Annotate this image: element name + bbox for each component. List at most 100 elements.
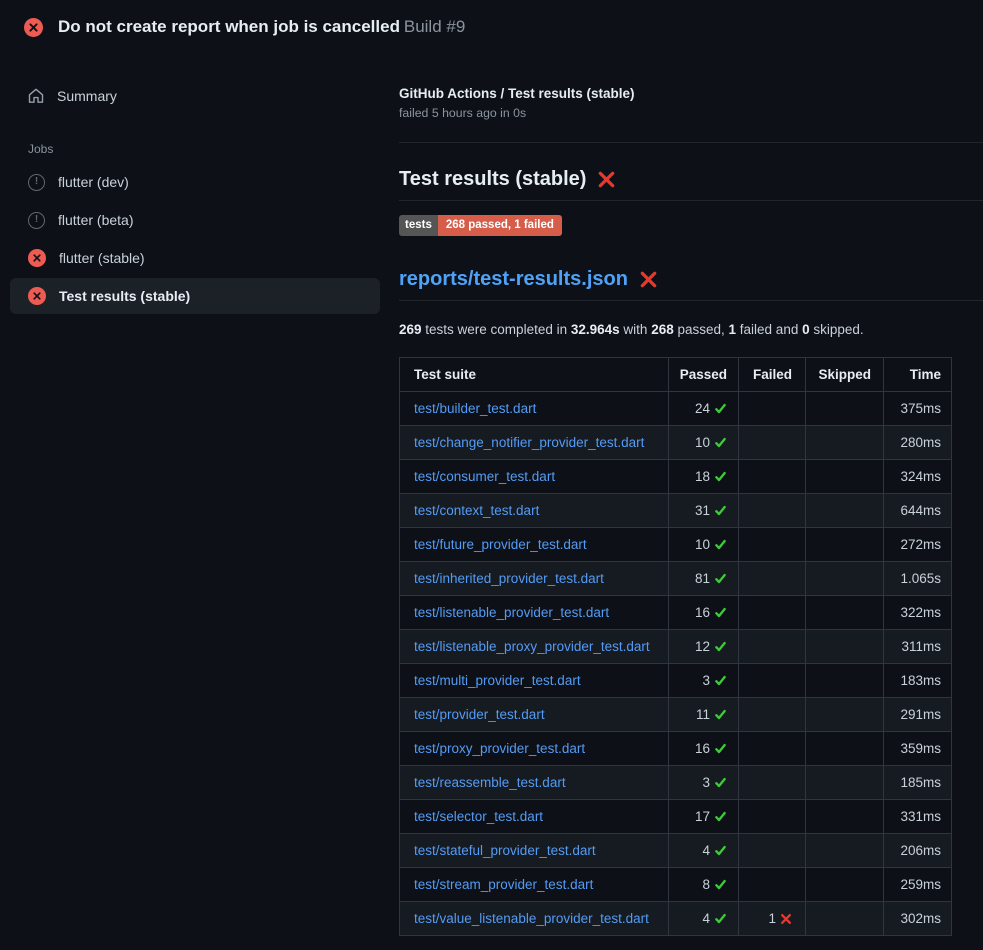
time-cell: 644ms [884,493,952,527]
time-cell: 331ms [884,799,952,833]
suite-cell: test/stream_provider_test.dart [400,867,669,901]
table-row: test/value_listenable_provider_test.dart… [400,901,952,935]
section-heading: Test results (stable) [399,168,586,191]
failed-cell [739,391,806,425]
failed-cross-icon [597,170,616,189]
suite-link[interactable]: test/stateful_provider_test.dart [414,843,596,858]
passed-cell: 3 [669,663,739,697]
suite-cell: test/listenable_provider_test.dart [400,595,669,629]
suite-link[interactable]: test/consumer_test.dart [414,469,555,484]
time-cell: 206ms [884,833,952,867]
passed-cell: 4 [669,901,739,935]
report-file-link[interactable]: reports/test-results.json [399,268,628,291]
skipped-cell [806,663,884,697]
table-row: test/listenable_provider_test.dart16322m… [400,595,952,629]
table-row: test/reassemble_test.dart3185ms [400,765,952,799]
suite-link[interactable]: test/selector_test.dart [414,809,543,824]
table-row: test/stateful_provider_test.dart 4 206ms [400,833,952,867]
tests-badge: tests 268 passed, 1 failed [399,215,562,236]
suite-link[interactable]: test/listenable_provider_test.dart [414,605,609,620]
run-build-number: Build #9 [404,17,465,36]
passed-cell: 4 [669,833,739,867]
skipped-cell [806,595,884,629]
col-time: Time [884,357,952,391]
suite-link[interactable]: test/reassemble_test.dart [414,775,566,790]
summary-sentence: 269 tests were completed in 32.964s with… [399,322,983,337]
suite-link[interactable]: test/context_test.dart [414,503,539,518]
passed-cell: 24 [669,391,739,425]
results-table-body: test/builder_test.dart 24 375ms test/change… [400,391,952,935]
run-title: Do not create report when job is cancell… [58,17,400,36]
table-header-row: Test suite Passed Failed Skipped Time [400,357,952,391]
sidebar-item-test-results-stable[interactable]: Test results (stable) [10,278,380,314]
suite-link[interactable]: test/multi_provider_test.dart [414,673,581,688]
suite-cell: test/provider_test.dart [400,697,669,731]
passed-cell: 17 [669,799,739,833]
cancelled-icon [28,174,45,191]
check-icon [714,504,727,517]
sidebar-item-flutter-beta[interactable]: flutter (beta) [10,202,380,238]
home-icon [28,88,44,104]
failed-icon [28,287,46,305]
results-table: Test suite Passed Failed Skipped Time te… [399,357,952,936]
time-cell: 322ms [884,595,952,629]
suite-link[interactable]: test/listenable_proxy_provider_test.dart [414,639,650,654]
failed-cell [739,731,806,765]
suite-link[interactable]: test/value_listenable_provider_test.dart [414,911,649,926]
sidebar-item-summary[interactable]: Summary [10,78,380,114]
table-row: test/builder_test.dart 24 375ms [400,391,952,425]
sidebar-item-flutter-stable[interactable]: flutter (stable) [10,240,380,276]
time-cell: 375ms [884,391,952,425]
suite-cell: test/selector_test.dart [400,799,669,833]
skipped-cell [806,425,884,459]
suite-link[interactable]: test/future_provider_test.dart [414,537,587,552]
suite-cell: test/multi_provider_test.dart [400,663,669,697]
passed-cell: 11 [669,697,739,731]
suite-link[interactable]: test/change_notifier_provider_test.dart [414,435,644,450]
table-row: test/stream_provider_test.dart8259ms [400,867,952,901]
sidebar: Summary Jobs flutter (dev) flutter (beta… [0,54,390,316]
suite-link[interactable]: test/proxy_provider_test.dart [414,741,585,756]
passed-cell: 10 [669,527,739,561]
sidebar-item-label: Test results (stable) [59,288,190,304]
table-row: test/provider_test.dart11291ms [400,697,952,731]
suite-link[interactable]: test/provider_test.dart [414,707,545,722]
check-icon [714,606,727,619]
check-icon [714,742,727,755]
failed-cell [739,867,806,901]
suite-cell: test/future_provider_test.dart [400,527,669,561]
check-icon [714,776,727,789]
suite-cell: test/proxy_provider_test.dart [400,731,669,765]
failed-cell [739,799,806,833]
suite-cell: test/inherited_provider_test.dart [400,561,669,595]
failed-cell: 1 [739,901,806,935]
suite-cell: test/value_listenable_provider_test.dart [400,901,669,935]
check-icon [714,640,727,653]
check-icon [714,402,727,415]
check-icon [714,708,727,721]
skipped-cell [806,391,884,425]
table-row: test/consumer_test.dart18324ms [400,459,952,493]
sidebar-item-label: flutter (dev) [58,174,129,190]
check-icon [714,844,727,857]
skipped-cell [806,765,884,799]
sidebar-item-label: flutter (beta) [58,212,133,228]
suite-link[interactable]: test/builder_test.dart [414,401,536,416]
passed-cell: 16 [669,731,739,765]
failed-cell [739,765,806,799]
skipped-cell [806,867,884,901]
failed-cell [739,527,806,561]
run-header: Do not create report when job is cancell… [0,0,983,54]
sidebar-item-label: flutter (stable) [59,250,145,266]
table-row: test/context_test.dart31644ms [400,493,952,527]
check-icon [714,878,727,891]
time-cell: 272ms [884,527,952,561]
check-icon [714,572,727,585]
check-icon [714,470,727,483]
suite-link[interactable]: test/stream_provider_test.dart [414,877,593,892]
skipped-cell [806,901,884,935]
failed-cell [739,629,806,663]
time-cell: 183ms [884,663,952,697]
sidebar-item-flutter-dev[interactable]: flutter (dev) [10,164,380,200]
suite-link[interactable]: test/inherited_provider_test.dart [414,571,604,586]
